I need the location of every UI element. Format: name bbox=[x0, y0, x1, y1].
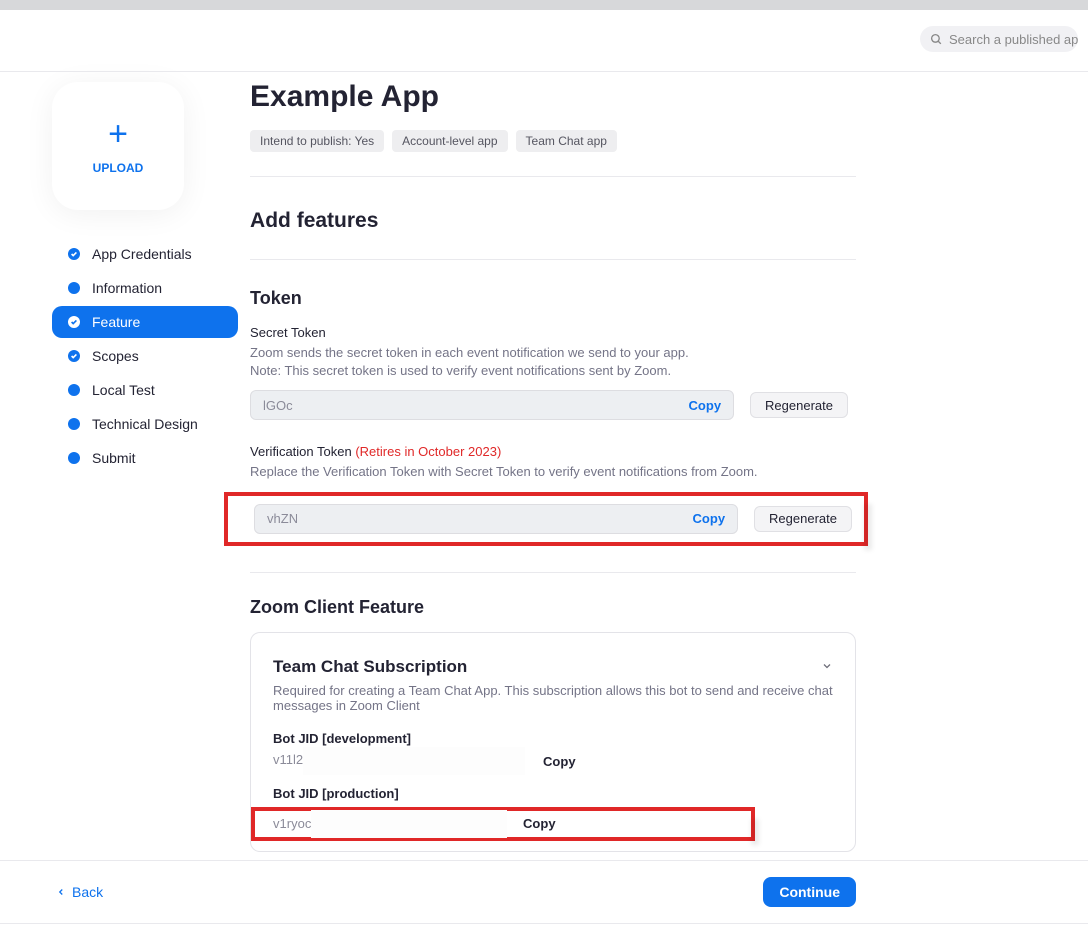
verification-token-input[interactable]: vhZN Copy bbox=[254, 504, 738, 534]
sidebar-item-information[interactable]: Information bbox=[52, 272, 238, 304]
team-chat-card: Team Chat Subscription Required for crea… bbox=[250, 632, 856, 852]
secret-token-regenerate-button[interactable]: Regenerate bbox=[750, 392, 848, 418]
upload-card[interactable]: + UPLOAD bbox=[52, 82, 184, 210]
secret-token-copy[interactable]: Copy bbox=[689, 398, 722, 413]
bot-jid-dev-copy[interactable]: Copy bbox=[543, 754, 576, 769]
bot-jid-dev-row: v11l2 Copy bbox=[273, 752, 833, 772]
team-chat-title: Team Chat Subscription bbox=[273, 657, 467, 677]
secret-token-label: Secret Token bbox=[250, 325, 856, 340]
sidebar-item-label: App Credentials bbox=[92, 246, 192, 262]
separator bbox=[250, 572, 856, 573]
verification-token-group: Verification Token (Retires in October 2… bbox=[250, 444, 856, 545]
content: Example App Intend to publish: Yes Accou… bbox=[250, 72, 1088, 852]
app-tags: Intend to publish: Yes Account-level app… bbox=[250, 130, 856, 177]
sidebar-nav: App Credentials Information Feature Scop… bbox=[52, 238, 238, 474]
check-icon bbox=[68, 316, 80, 328]
search-icon bbox=[930, 33, 943, 46]
sidebar-item-technical-design[interactable]: Technical Design bbox=[52, 408, 238, 440]
team-chat-desc: Required for creating a Team Chat App. T… bbox=[273, 683, 833, 713]
app-title: Example App bbox=[250, 80, 856, 114]
search-input[interactable]: Search a published app bbox=[920, 26, 1078, 52]
sidebar-item-label: Technical Design bbox=[92, 416, 198, 432]
secret-token-input[interactable]: lGOc Copy bbox=[250, 390, 734, 420]
upload-label: UPLOAD bbox=[93, 161, 144, 175]
bot-jid-prod-value: v1ryoc bbox=[273, 813, 509, 835]
sidebar-item-submit[interactable]: Submit bbox=[52, 442, 238, 474]
browser-chrome-bar bbox=[0, 0, 1088, 10]
verification-token-copy[interactable]: Copy bbox=[693, 511, 726, 526]
highlight-box-verification: vhZN Copy Regenerate bbox=[224, 492, 868, 546]
chevron-down-icon bbox=[821, 659, 833, 675]
sidebar-item-label: Feature bbox=[92, 314, 140, 330]
sidebar-item-app-credentials[interactable]: App Credentials bbox=[52, 238, 238, 270]
tag-publish: Intend to publish: Yes bbox=[250, 130, 384, 152]
retires-note: (Retires in October 2023) bbox=[355, 444, 501, 459]
bot-jid-dev-label: Bot JID [development] bbox=[273, 731, 833, 746]
back-link[interactable]: Back bbox=[56, 884, 103, 900]
check-icon bbox=[68, 350, 80, 362]
chevron-left-icon bbox=[56, 887, 66, 897]
zoom-client-feature-title: Zoom Client Feature bbox=[250, 597, 856, 618]
verification-token-value: vhZN bbox=[267, 511, 693, 526]
dot-icon bbox=[68, 384, 80, 396]
sidebar: + UPLOAD App Credentials Information Fea… bbox=[52, 72, 250, 852]
secret-token-value: lGOc bbox=[263, 398, 689, 413]
tag-type: Team Chat app bbox=[516, 130, 617, 152]
plus-icon: + bbox=[108, 117, 128, 151]
verification-token-desc: Replace the Verification Token with Secr… bbox=[250, 463, 856, 481]
secret-token-desc: Zoom sends the secret token in each even… bbox=[250, 344, 856, 380]
check-icon bbox=[68, 248, 80, 260]
sidebar-item-scopes[interactable]: Scopes bbox=[52, 340, 238, 372]
dot-icon bbox=[68, 418, 80, 430]
bot-jid-dev-value: v11l2 bbox=[273, 752, 529, 772]
secret-token-group: Secret Token Zoom sends the secret token… bbox=[250, 325, 856, 420]
sidebar-item-feature[interactable]: Feature bbox=[52, 306, 238, 338]
token-title: Token bbox=[250, 288, 856, 309]
sidebar-item-label: Information bbox=[92, 280, 162, 296]
team-chat-card-header[interactable]: Team Chat Subscription bbox=[273, 657, 833, 677]
sidebar-item-label: Submit bbox=[92, 450, 136, 466]
highlight-box-bot-jid-prod: v1ryoc Copy bbox=[251, 807, 755, 841]
sidebar-item-label: Local Test bbox=[92, 382, 155, 398]
sidebar-item-local-test[interactable]: Local Test bbox=[52, 374, 238, 406]
verification-token-label: Verification Token (Retires in October 2… bbox=[250, 444, 856, 459]
back-label: Back bbox=[72, 884, 103, 900]
app-header: Search a published app bbox=[0, 10, 1088, 72]
bot-jid-prod-copy[interactable]: Copy bbox=[523, 816, 556, 831]
footer-bar: Back Continue bbox=[0, 860, 1088, 924]
verification-token-regenerate-button[interactable]: Regenerate bbox=[754, 506, 852, 532]
tag-level: Account-level app bbox=[392, 130, 507, 152]
continue-button[interactable]: Continue bbox=[763, 877, 856, 907]
dot-icon bbox=[68, 282, 80, 294]
bot-jid-prod-label: Bot JID [production] bbox=[273, 786, 833, 801]
bot-jid-prod-row: v1ryoc Copy bbox=[273, 813, 733, 835]
add-features-title: Add features bbox=[250, 209, 856, 260]
search-placeholder: Search a published app bbox=[949, 32, 1078, 47]
dot-icon bbox=[68, 452, 80, 464]
sidebar-item-label: Scopes bbox=[92, 348, 139, 364]
